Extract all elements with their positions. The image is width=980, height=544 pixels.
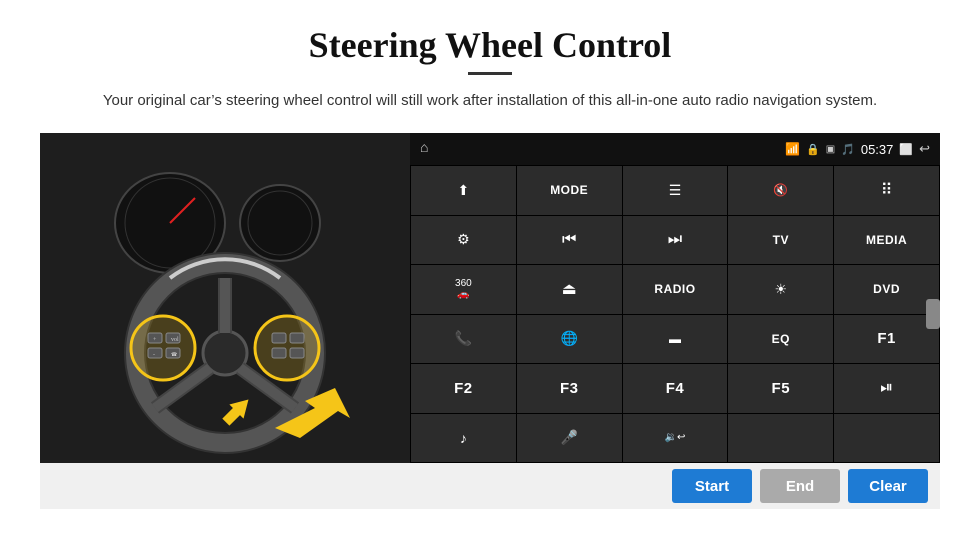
status-time: 05:37 [861, 142, 894, 157]
empty-btn-1 [728, 414, 833, 463]
menu-btn[interactable]: ☰ [623, 166, 728, 215]
navigate-btn[interactable]: ⬆ [411, 166, 516, 215]
end-button[interactable]: End [760, 469, 840, 503]
wifi-icon: 📶 [785, 142, 800, 157]
screenshot-icon: ⬜ [899, 143, 913, 156]
scroll-handle[interactable] [926, 299, 940, 329]
eject-btn[interactable]: ⏏ [517, 265, 622, 314]
apps-btn[interactable]: ⠿ [834, 166, 939, 215]
svg-text:-: - [153, 352, 155, 358]
page-subtitle: Your original car’s steering wheel contr… [103, 89, 877, 113]
svg-text:vol: vol [171, 337, 179, 343]
status-bar: ⌂ 📶 🔒 ▣ 🎵 05:37 ⬜ ↩ [410, 133, 940, 165]
f3-btn[interactable]: F3 [517, 364, 622, 413]
music-btn[interactable]: ♪ [411, 414, 516, 463]
brightness-btn[interactable]: ☀ [728, 265, 833, 314]
svg-text:☎: ☎ [171, 352, 177, 358]
button-grid: ⬆ MODE ☰ 🔇 ⠿ ⚙ ⏮ ⏭ TV MEDIA 360🚗 ⏏ RADIO… [410, 165, 940, 463]
cam360-btn[interactable]: 360🚗 [411, 265, 516, 314]
vol-call-btn[interactable]: 🔉↩ [623, 414, 728, 463]
mic-btn[interactable]: 🎤 [517, 414, 622, 463]
tv-btn[interactable]: TV [728, 216, 833, 265]
nav-btn[interactable]: 🌐 [517, 315, 622, 364]
content-row: + vol - ☎ [40, 133, 940, 463]
radio-btn[interactable]: RADIO [623, 265, 728, 314]
mute-btn[interactable]: 🔇 [728, 166, 833, 215]
sim-icon: ▣ [826, 144, 835, 155]
back-icon[interactable]: ↩ [919, 141, 930, 157]
prev-btn[interactable]: ⏮ [517, 216, 622, 265]
clear-button[interactable]: Clear [848, 469, 928, 503]
home-icon[interactable]: ⌂ [420, 141, 428, 157]
title-divider [468, 72, 512, 75]
bottom-buttons-bar: Start End Clear [40, 463, 940, 509]
page-title: Steering Wheel Control [309, 24, 672, 66]
phone-btn[interactable]: 📞 [411, 315, 516, 364]
android-screen: ⌂ 📶 🔒 ▣ 🎵 05:37 ⬜ ↩ [410, 133, 940, 463]
f4-btn[interactable]: F4 [623, 364, 728, 413]
lock-icon: 🔒 [806, 143, 820, 156]
f5-btn[interactable]: F5 [728, 364, 833, 413]
eq-btn[interactable]: EQ [728, 315, 833, 364]
f2-btn[interactable]: F2 [411, 364, 516, 413]
mode-btn[interactable]: MODE [517, 166, 622, 215]
bluetooth-icon: 🎵 [841, 143, 855, 156]
status-right: 📶 🔒 ▣ 🎵 05:37 ⬜ ↩ [785, 141, 930, 157]
next-btn[interactable]: ⏭ [623, 216, 728, 265]
f1-btn[interactable]: F1 [834, 315, 939, 364]
car-image-area: + vol - ☎ [40, 133, 410, 463]
start-button[interactable]: Start [672, 469, 752, 503]
media-btn[interactable]: MEDIA [834, 216, 939, 265]
empty-btn-2 [834, 414, 939, 463]
settings-btn[interactable]: ⚙ [411, 216, 516, 265]
page-container: Steering Wheel Control Your original car… [0, 0, 980, 544]
dvd-btn[interactable]: DVD [834, 265, 939, 314]
screen-btn[interactable]: ▬ [623, 315, 728, 364]
playpause-btn[interactable]: ⏯ [834, 364, 939, 413]
